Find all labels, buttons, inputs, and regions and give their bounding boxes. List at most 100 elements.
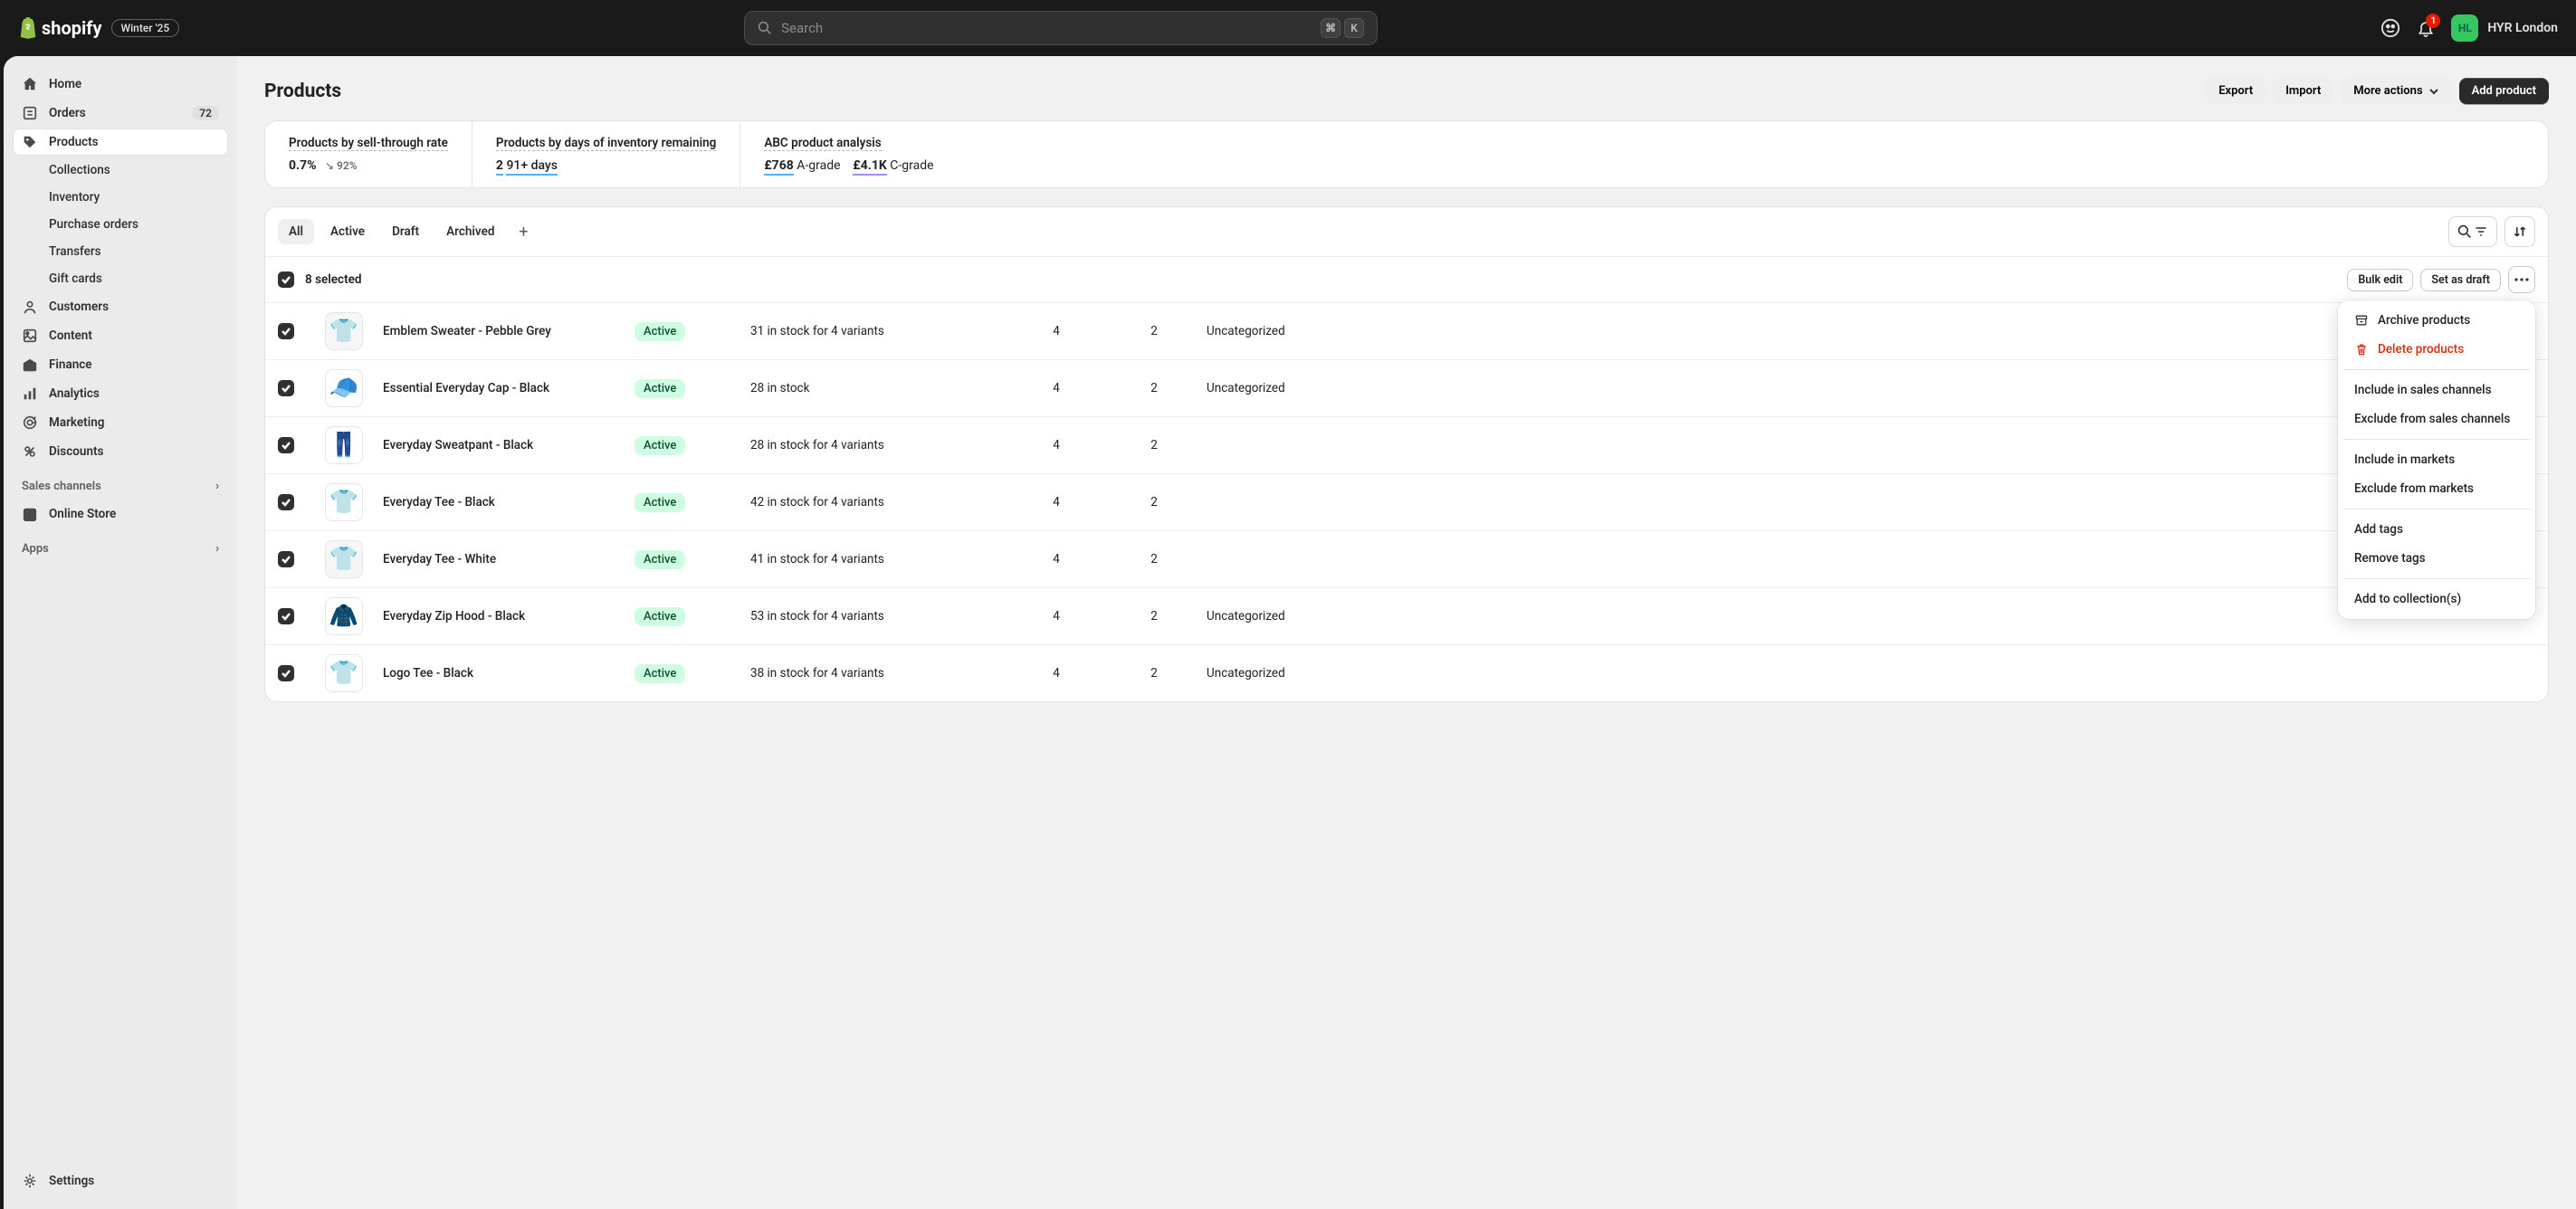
product-thumb: 👕 — [325, 540, 363, 578]
bulk-actions: Bulk edit Set as draft Archive products — [2347, 266, 2535, 293]
row-checkbox[interactable] — [278, 437, 294, 453]
delete-products-action[interactable]: Delete products — [2343, 335, 2530, 364]
product-thumb: 👕 — [325, 483, 363, 521]
status-pill: Active — [634, 550, 685, 569]
table-row[interactable]: 🧢 Essential Everyday Cap - Black Active … — [265, 359, 2548, 416]
remove-tags-action[interactable]: Remove tags — [2343, 544, 2530, 573]
bulk-edit-button[interactable]: Bulk edit — [2347, 269, 2413, 291]
nav-transfers[interactable]: Transfers — [13, 239, 228, 264]
shopify-logo[interactable]: shopify — [18, 17, 102, 39]
table-row[interactable]: 👖 Everyday Sweatpant - Black Active 28 i… — [265, 416, 2548, 473]
product-thumb: 🧥 — [325, 597, 363, 635]
add-tags-action[interactable]: Add tags — [2343, 515, 2530, 544]
col6-cell: 2 — [1109, 381, 1199, 395]
archive-products-action[interactable]: Archive products — [2343, 306, 2530, 335]
sort-button[interactable] — [2504, 216, 2535, 247]
row-checkbox[interactable] — [278, 551, 294, 567]
abc-c-value: £4.1K — [853, 158, 886, 176]
bulk-more-button[interactable] — [2508, 266, 2535, 293]
sales-channels-header[interactable]: Sales channels › — [13, 467, 228, 499]
table-row[interactable]: 👕 Logo Tee - Black Active 38 in stock fo… — [265, 644, 2548, 701]
table-row[interactable]: 👕 Everyday Tee - Black Active 42 in stoc… — [265, 473, 2548, 530]
nav-settings-label: Settings — [49, 1174, 94, 1188]
add-product-button[interactable]: Add product — [2459, 78, 2549, 104]
popover-divider — [2343, 578, 2530, 579]
row-checkbox[interactable] — [278, 380, 294, 396]
sellthrough-label: Products by sell-through rate — [289, 136, 448, 151]
nav-gift-cards[interactable]: Gift cards — [13, 266, 228, 291]
inventory-cell: 42 in stock for 4 variants — [750, 495, 1004, 509]
table-row[interactable]: 🧥 Everyday Zip Hood - Black Active 53 in… — [265, 587, 2548, 644]
sellthrough-trend: ↘ 92% — [325, 159, 358, 172]
search-icon — [758, 21, 772, 35]
inventory-cell: 38 in stock for 4 variants — [750, 666, 1004, 681]
nav-orders[interactable]: Orders 72 — [13, 100, 228, 127]
analytics-card: Products by sell-through rate 0.7% ↘ 92%… — [264, 120, 2549, 188]
col6-cell: 2 — [1109, 666, 1199, 681]
inventory-days-metric[interactable]: Products by days of inventory remaining … — [472, 121, 739, 187]
exclude-sales-channels-action[interactable]: Exclude from sales channels — [2343, 405, 2530, 433]
nav-content[interactable]: Content — [13, 322, 228, 349]
search-input[interactable]: Search ⌘ K — [744, 11, 1378, 45]
row-checkbox[interactable] — [278, 323, 294, 339]
table-row[interactable]: 👕 Everyday Tee - White Active 41 in stoc… — [265, 530, 2548, 587]
notifications-icon[interactable]: 1 — [2417, 19, 2435, 37]
nav-settings[interactable]: Settings — [13, 1167, 228, 1195]
search-filter-button[interactable] — [2448, 216, 2497, 247]
shopify-bag-icon — [18, 17, 38, 39]
topbar: shopify Winter '25 Search ⌘ K 1 HL HYR L… — [0, 0, 2576, 56]
sellthrough-metric[interactable]: Products by sell-through rate 0.7% ↘ 92% — [265, 121, 472, 187]
nav-products[interactable]: Products — [13, 129, 228, 156]
popover-divider — [2343, 369, 2530, 370]
nav-home[interactable]: Home — [13, 71, 228, 98]
tab-archived[interactable]: Archived — [435, 219, 505, 244]
logo-text: shopify — [42, 17, 102, 39]
nav-inventory[interactable]: Inventory — [13, 185, 228, 210]
tab-all[interactable]: All — [278, 219, 314, 244]
avatar: HL — [2451, 14, 2478, 42]
tab-active[interactable]: Active — [320, 219, 376, 244]
topbar-right: 1 HL HYR London — [2380, 14, 2558, 42]
theme-icon[interactable] — [2380, 18, 2400, 38]
row-checkbox[interactable] — [278, 494, 294, 510]
notification-badge: 1 — [2426, 14, 2440, 28]
status-pill: Active — [634, 607, 685, 626]
add-view-button[interactable]: + — [510, 219, 536, 244]
nav-analytics[interactable]: Analytics — [13, 380, 228, 407]
select-all-checkbox[interactable] — [278, 271, 294, 288]
more-actions-button[interactable]: More actions — [2341, 78, 2451, 104]
bulk-actions-popover: Archive products Delete products Include… — [2338, 300, 2535, 619]
product-thumb: 🧢 — [325, 369, 363, 407]
search-placeholder: Search — [781, 20, 823, 36]
tab-draft[interactable]: Draft — [381, 219, 430, 244]
row-checkbox[interactable] — [278, 608, 294, 624]
abc-a-value: £768 — [764, 158, 793, 176]
nav-customers[interactable]: Customers — [13, 293, 228, 320]
account-menu[interactable]: HL HYR London — [2451, 14, 2558, 42]
table-row[interactable]: 👕 Emblem Sweater - Pebble Grey Active 31… — [265, 302, 2548, 359]
abc-analysis-metric[interactable]: ABC product analysis £768 A-grade £4.1K … — [739, 121, 957, 187]
chevron-right-icon: › — [215, 542, 219, 556]
nav-finance[interactable]: Finance — [13, 351, 228, 378]
trash-icon — [2354, 342, 2369, 357]
nav-purchase-orders[interactable]: Purchase orders — [13, 212, 228, 237]
export-button[interactable]: Export — [2206, 78, 2266, 104]
nav-collections[interactable]: Collections — [13, 157, 228, 183]
include-markets-action[interactable]: Include in markets — [2343, 445, 2530, 474]
nav-online-store[interactable]: Online Store — [13, 500, 228, 528]
edition-pill[interactable]: Winter '25 — [111, 19, 180, 37]
nav-analytics-label: Analytics — [49, 386, 100, 401]
add-to-collections-action[interactable]: Add to collection(s) — [2343, 585, 2530, 614]
nav-products-label: Products — [49, 135, 99, 149]
inventory-cell: 28 in stock — [750, 381, 1004, 395]
nav-discounts[interactable]: Discounts — [13, 438, 228, 465]
apps-header[interactable]: Apps › — [13, 529, 228, 561]
nav-marketing[interactable]: Marketing — [13, 409, 228, 436]
product-name: Logo Tee - Black — [383, 666, 627, 681]
include-sales-channels-action[interactable]: Include in sales channels — [2343, 376, 2530, 405]
exclude-markets-action[interactable]: Exclude from markets — [2343, 474, 2530, 503]
set-as-draft-button[interactable]: Set as draft — [2420, 269, 2501, 291]
product-thumb: 👕 — [325, 312, 363, 350]
row-checkbox[interactable] — [278, 665, 294, 681]
import-button[interactable]: Import — [2273, 78, 2333, 104]
